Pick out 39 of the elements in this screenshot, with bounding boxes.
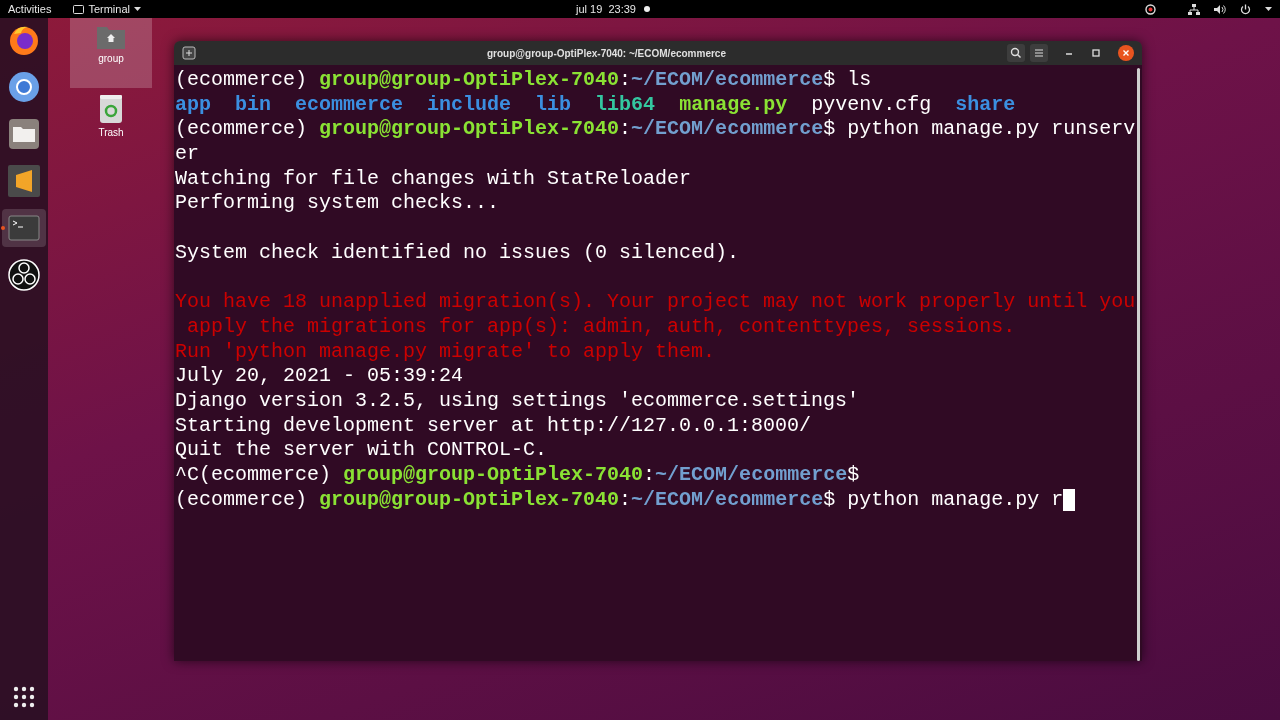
scrollbar[interactable] [1137, 68, 1140, 661]
desktop-icon[interactable]: Trash [70, 88, 152, 158]
terminal-line: System check identified no issues (0 silenced). [175, 240, 740, 266]
desktop-icon[interactable]: group [70, 18, 152, 88]
terminal-line: ^C(ecommerce) group@group-OptiPlex-7040:~/ECOM/ecommerce$ [175, 463, 860, 488]
terminal-line: July 20, 2021 - 05:39:24 [175, 364, 464, 389]
terminal-line: Starting development server at http://127.0.0.1:8000/ [175, 413, 812, 439]
clock[interactable]: jul 19 23:39 [576, 0, 636, 18]
app-menu[interactable]: Terminal [73, 0, 141, 18]
volume-icon[interactable] [1214, 3, 1226, 15]
power-icon[interactable] [1240, 3, 1251, 15]
notification-dot-icon [643, 6, 650, 12]
terminal-line: You have 18 unapplied migration(s). Your project may not work properly until you [175, 290, 1136, 315]
new-tab-icon[interactable] [182, 46, 196, 60]
close-icon[interactable] [1118, 45, 1134, 61]
window-title: group@group-OptiPlex-7040: ~/ECOM/ecommerce [486, 46, 727, 61]
terminal-line: Performing system checks... [175, 191, 500, 217]
terminal-line: Run 'python manage.py migrate' to apply them. [175, 339, 716, 365]
terminal-line: Watching for file changes with StatReloader [175, 166, 692, 192]
maximize-icon[interactable] [1091, 48, 1101, 58]
app-grid-icon[interactable] [13, 686, 35, 708]
terminal-line: (ecommerce) group@group-OptiPlex-7040:~/ECOM/ecommerce$ ls [175, 68, 872, 93]
terminal-line: Quit the server with CONTROL-C. [175, 438, 548, 463]
search-icon[interactable] [1007, 44, 1025, 62]
caret-icon[interactable] [1265, 6, 1272, 12]
menu-icon[interactable] [1030, 44, 1048, 62]
terminal-line: er [175, 142, 199, 167]
caret-icon [134, 6, 141, 12]
terminal-line: apply the migrations for app(s): admin, auth, contenttypes, sessions. [186, 314, 1016, 340]
trash-icon [99, 94, 123, 124]
status-icon[interactable] [1145, 3, 1156, 15]
home-folder-icon [96, 24, 126, 50]
terminal-icon [73, 4, 85, 14]
terminal-line: (ecommerce) group@group-OptiPlex-7040:~/ECOM/ecommerce$ python manage.py runserv [175, 117, 1136, 143]
network-icon[interactable] [1188, 3, 1200, 15]
terminal-line: Django version 3.2.5, using settings 'ecommerce.settings' [175, 388, 860, 414]
terminal-line: app bin ecommerce include lib lib64 manage.py pyvenv.cfg share [175, 92, 1016, 118]
terminal-line: (ecommerce) group@group-OptiPlex-7040:~/ECOM/ecommerce$ python manage.py r [175, 487, 1064, 513]
activities-button[interactable]: Activities [8, 0, 52, 18]
